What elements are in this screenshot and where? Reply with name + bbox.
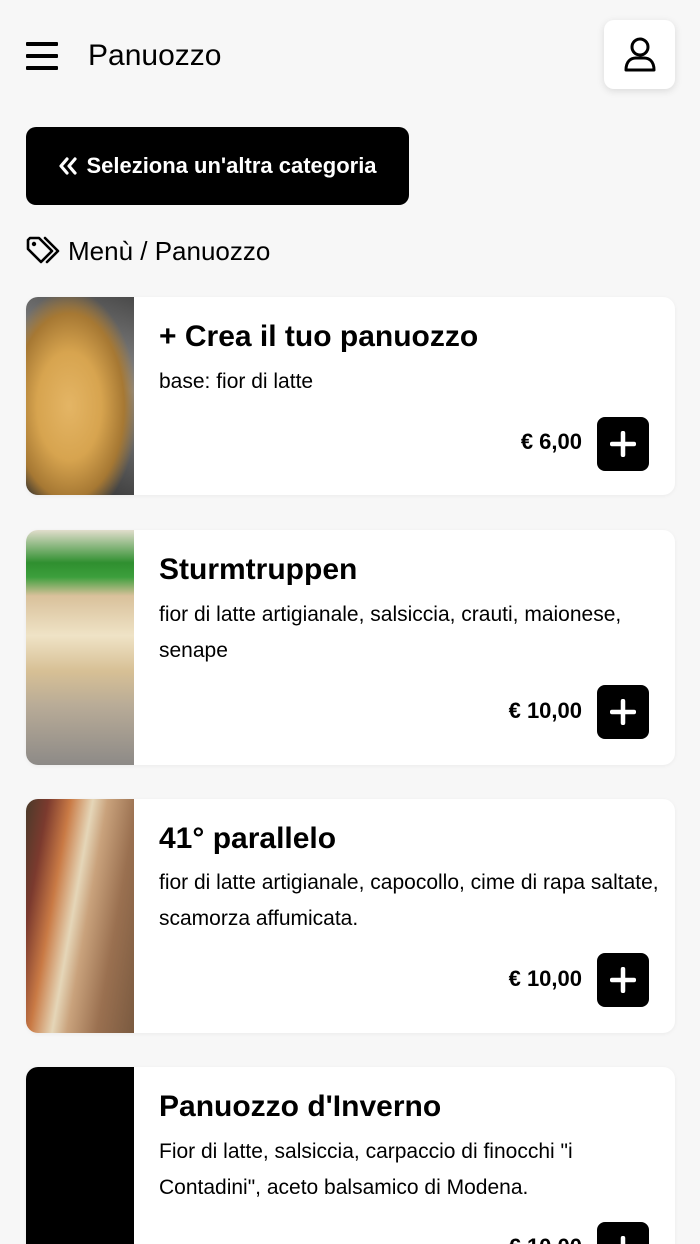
page: Panuozzo Seleziona un'altra categoria Me… <box>0 0 700 1244</box>
product-description: fior di latte artigianale, capocollo, ci… <box>159 871 659 930</box>
product-description: Fior di latte, salsiccia, carpaccio di f… <box>159 1140 573 1199</box>
product-description: base: fior di latte <box>159 370 314 393</box>
product-image <box>26 799 134 1033</box>
product-card[interactable]: + Crea il tuo panuozzo base: fior di lat… <box>26 297 675 495</box>
add-to-cart-button[interactable] <box>597 953 649 1007</box>
add-to-cart-button[interactable] <box>597 1222 649 1244</box>
add-to-cart-button[interactable] <box>597 685 649 739</box>
product-card[interactable]: 41° parallelo fior di latte artigianale,… <box>26 799 675 1033</box>
add-to-cart-button[interactable] <box>597 417 649 471</box>
product-name: Panuozzo d'Inverno <box>159 1090 442 1123</box>
product-image <box>26 1067 134 1244</box>
app-header: Panuozzo <box>0 0 700 110</box>
category-button-label: Seleziona un'altra categoria <box>86 153 377 178</box>
product-price: € 10,00 <box>508 966 582 991</box>
product-image <box>26 530 134 765</box>
product-card[interactable]: Sturmtruppen fior di latte artigianale, … <box>26 530 675 765</box>
plus-icon <box>610 699 636 725</box>
product-name: + Crea il tuo panuozzo <box>159 320 479 353</box>
plus-icon <box>620 1236 626 1244</box>
plus-icon <box>610 431 636 457</box>
product-price: € 6,00 <box>520 429 582 454</box>
product-name: Sturmtruppen <box>159 553 358 586</box>
chevrons-left-icon <box>59 157 78 175</box>
plus-icon <box>610 967 636 993</box>
page-title: Panuozzo <box>88 39 222 72</box>
hamburger-icon[interactable] <box>26 42 58 70</box>
product-card[interactable]: Panuozzo d'Inverno Fior di latte, salsic… <box>26 1067 675 1244</box>
product-price: € 10,00 <box>508 698 582 723</box>
product-description: fior di latte artigianale, salsiccia, cr… <box>159 603 622 662</box>
user-icon <box>624 37 655 71</box>
select-other-category-button[interactable]: Seleziona un'altra categoria <box>26 127 409 205</box>
tags-icon <box>26 236 60 264</box>
breadcrumb-text[interactable]: Menù / Panuozzo <box>68 236 270 267</box>
product-image <box>26 297 134 495</box>
product-price: € 10,00 <box>509 1233 582 1244</box>
product-name: 41° parallelo <box>159 822 337 855</box>
user-account-button[interactable] <box>604 20 675 89</box>
breadcrumb: Menù / Panuozzo <box>26 233 270 269</box>
